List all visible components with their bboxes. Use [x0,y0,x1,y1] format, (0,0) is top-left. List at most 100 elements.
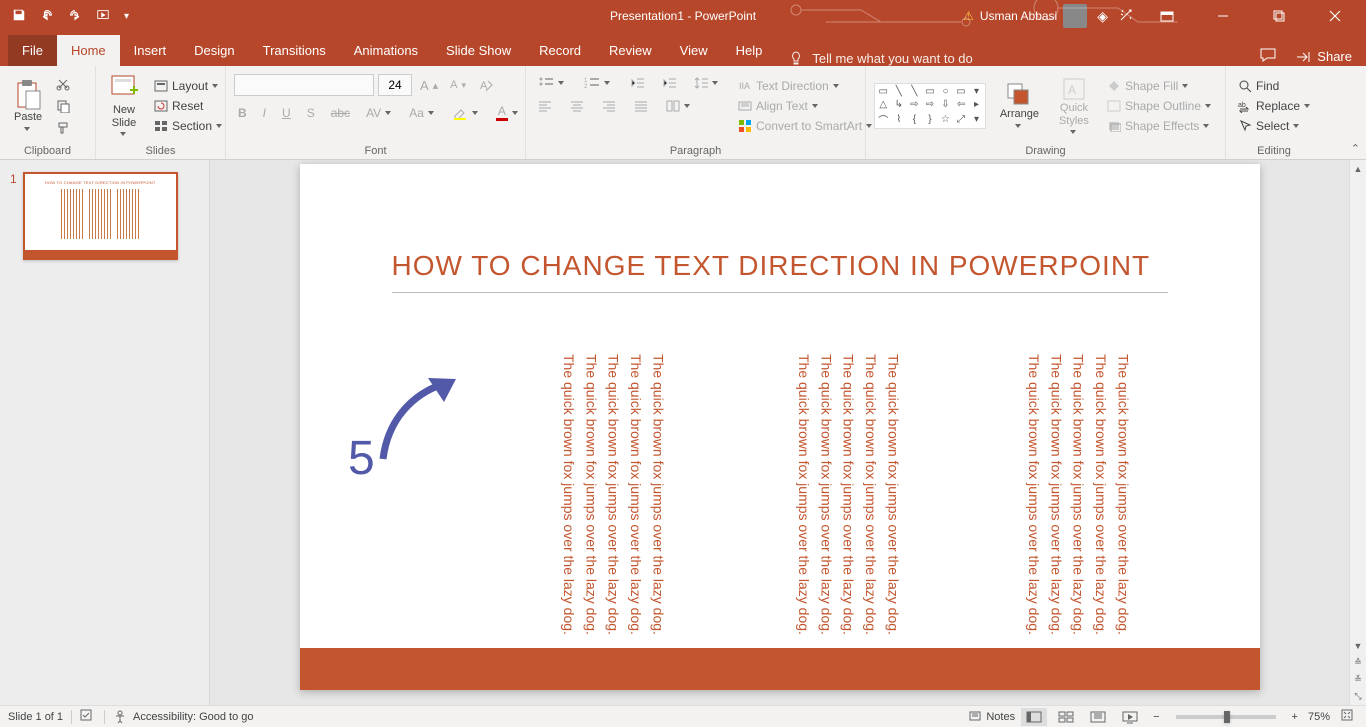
prev-slide-button[interactable]: ≙ [1350,654,1366,671]
shapes-gallery[interactable]: ▭╲╲▭○▭▾ △↳⇨⇨⇩⇦▸ ⌒⌇{}☆⤢▾ [874,83,986,129]
font-size-input[interactable] [378,74,412,96]
bold-button[interactable]: B [234,104,251,122]
font-color-button[interactable]: A [492,102,524,123]
spellcheck-icon[interactable] [80,708,96,725]
columns-button[interactable] [662,98,696,114]
reset-button[interactable]: Reset [150,97,228,115]
slide-sorter-view-button[interactable] [1053,708,1079,726]
align-right-button[interactable] [598,98,620,114]
format-painter-button[interactable] [52,119,74,137]
strikethrough-button[interactable]: abc [327,104,354,122]
arrange-button[interactable]: Arrange [994,80,1045,131]
slide-body-column-1[interactable]: The quick brown fox jumps over the lazy … [460,354,670,654]
undo-icon[interactable] [40,8,54,25]
close-button[interactable] [1312,0,1358,32]
minimize-button[interactable] [1200,0,1246,32]
numbering-button[interactable]: 12 [580,74,616,92]
align-text-button[interactable]: Align Text [734,97,878,115]
italic-button[interactable]: I [259,104,270,122]
normal-view-button[interactable] [1021,708,1047,726]
slideshow-view-button[interactable] [1117,708,1143,726]
redo-icon[interactable] [68,8,82,25]
zoom-out-button[interactable]: − [1149,711,1163,723]
cut-button[interactable] [52,75,74,93]
select-button[interactable]: Select [1234,117,1314,135]
slide-canvas[interactable]: HOW TO CHANGE TEXT DIRECTION IN POWERPOI… [300,164,1260,690]
line-spacing-button[interactable] [690,74,724,92]
decrease-font-button[interactable]: A▾ [446,77,470,93]
vertical-scrollbar[interactable]: ▲ ▼ ≙ ≚ ⤡ [1349,160,1366,705]
tab-record[interactable]: Record [525,35,595,66]
fit-to-window-button[interactable] [1336,708,1358,725]
next-slide-button[interactable]: ≚ [1350,671,1366,688]
ribbon-display-icon[interactable] [1144,0,1190,32]
replace-button[interactable]: abReplace [1234,97,1314,115]
bullets-button[interactable] [534,74,570,92]
zoom-slider-thumb[interactable] [1224,711,1230,723]
find-button[interactable]: Find [1234,77,1314,95]
maximize-button[interactable] [1256,0,1302,32]
shape-effects-button[interactable]: Shape Effects [1103,117,1217,135]
section-button[interactable]: Section [150,117,228,135]
tab-transitions[interactable]: Transitions [249,35,340,66]
font-name-input[interactable] [234,74,374,96]
tab-slide-show[interactable]: Slide Show [432,35,525,66]
from-beginning-icon[interactable] [96,8,110,25]
align-center-button[interactable] [566,98,588,114]
new-slide-button[interactable]: New Slide [104,70,144,142]
shadow-button[interactable]: S [303,104,319,122]
tab-insert[interactable]: Insert [120,35,181,66]
diamond-icon[interactable]: ◈ [1097,8,1108,25]
layout-button[interactable]: Layout [150,77,228,95]
save-icon[interactable] [12,8,26,25]
tell-me-search[interactable]: Tell me what you want to do [788,50,972,66]
accessibility-button[interactable]: Accessibility: Good to go [113,710,253,724]
collapse-ribbon-button[interactable]: ⌃ [1351,142,1360,155]
slide-body-column-2[interactable]: The quick brown fox jumps over the lazy … [695,354,905,654]
qat-more-icon[interactable]: ▾ [124,11,129,22]
slide-title[interactable]: HOW TO CHANGE TEXT DIRECTION IN POWERPOI… [392,250,1200,282]
tab-animations[interactable]: Animations [340,35,432,66]
increase-indent-button[interactable] [658,74,680,92]
reading-view-button[interactable] [1085,708,1111,726]
slide-counter[interactable]: Slide 1 of 1 [8,711,63,723]
justify-button[interactable] [630,98,652,114]
slide-thumbnail-1[interactable]: HOW TO CHANGE TEXT DIRECTION IN POWERPOI… [23,172,178,260]
paste-button[interactable]: Paste [8,70,48,142]
fit-chevron[interactable]: ⤡ [1350,688,1366,705]
align-left-button[interactable] [534,98,556,114]
scroll-up-button[interactable]: ▲ [1350,160,1366,177]
highlight-button[interactable] [448,104,484,122]
tab-review[interactable]: Review [595,35,666,66]
zoom-slider[interactable] [1176,715,1276,719]
shape-fill-button[interactable]: Shape Fill [1103,77,1217,95]
tab-view[interactable]: View [666,35,722,66]
character-spacing-button[interactable]: AV [362,104,397,122]
shapes-more-icon[interactable]: ▾ [969,112,984,127]
slide-body-column-3[interactable]: The quick brown fox jumps over the lazy … [925,354,1135,654]
tab-file[interactable]: File [8,35,57,66]
shape-textbox-icon[interactable]: ▭ [876,85,891,98]
zoom-level[interactable]: 75% [1308,711,1330,723]
convert-smartart-button[interactable]: Convert to SmartArt [734,117,878,135]
copy-button[interactable] [52,97,74,115]
text-direction-button[interactable]: IIAText Direction [734,77,878,95]
comments-icon[interactable] [1259,47,1277,66]
decrease-indent-button[interactable] [626,74,648,92]
shape-outline-button[interactable]: Shape Outline [1103,97,1217,115]
increase-font-button[interactable]: A▴ [416,76,442,95]
tab-design[interactable]: Design [180,35,248,66]
magic-icon[interactable] [1118,7,1134,26]
tab-home[interactable]: Home [57,35,120,66]
slide-editor-area[interactable]: HOW TO CHANGE TEXT DIRECTION IN POWERPOI… [210,160,1349,705]
notes-button[interactable]: Notes [968,710,1015,724]
scroll-down-button[interactable]: ▼ [1350,637,1366,654]
clear-formatting-button[interactable]: A [474,76,498,94]
quick-styles-button[interactable]: A Quick Styles [1053,74,1095,138]
tab-help[interactable]: Help [722,35,777,66]
zoom-in-button[interactable]: + [1288,711,1302,723]
underline-button[interactable]: U [278,104,295,122]
user-account[interactable]: ⚠ Usman Abbasi [963,4,1087,28]
change-case-button[interactable]: Aa [405,104,440,122]
share-button[interactable]: Share [1295,49,1352,64]
